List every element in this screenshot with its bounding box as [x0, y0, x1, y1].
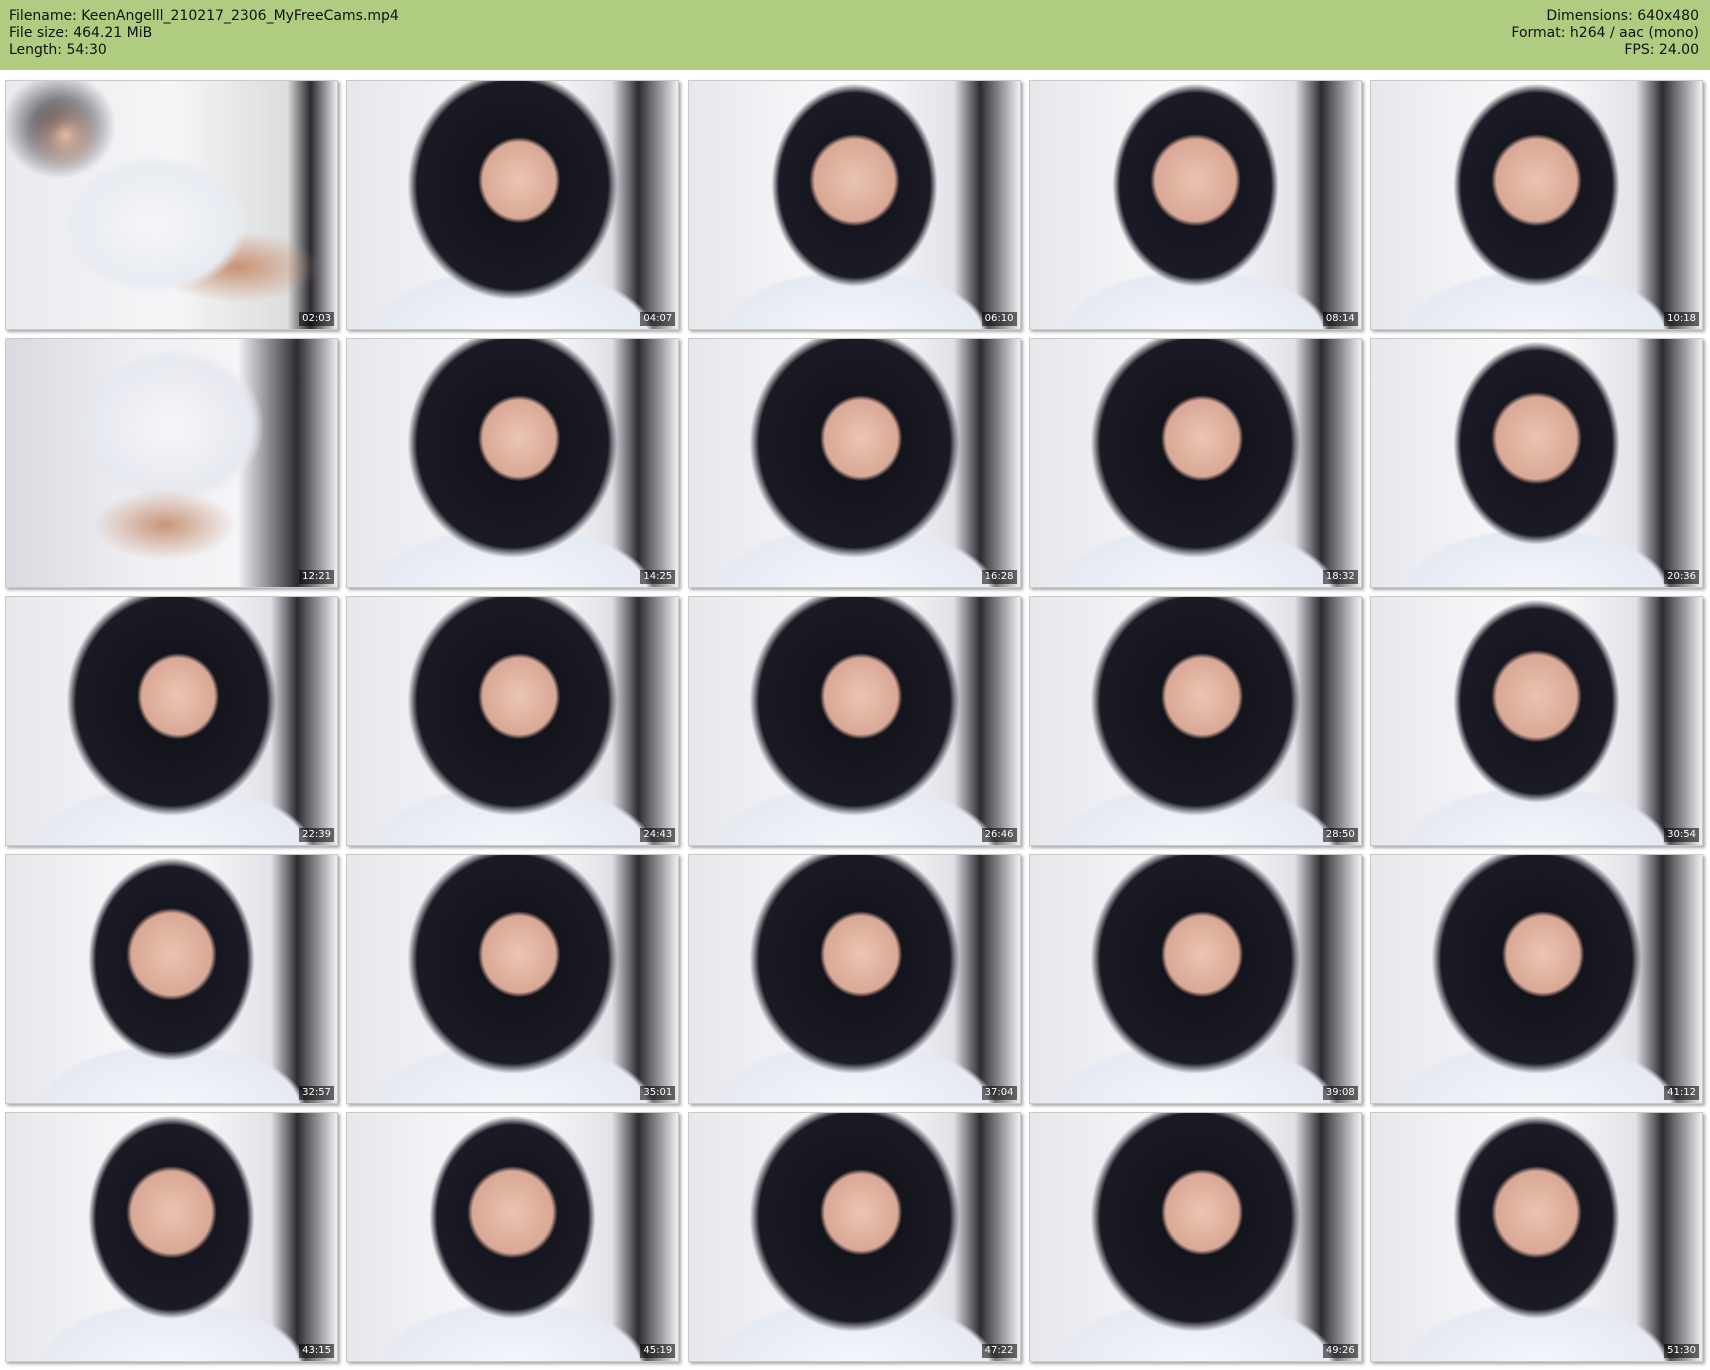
timestamp-label: 51:30 — [1664, 1344, 1699, 1358]
timestamp-label: 47:22 — [981, 1344, 1017, 1358]
timestamp-label: 16:28 — [981, 570, 1017, 584]
timestamp-label: 35:01 — [640, 1086, 676, 1100]
video-thumbnail: 02:03 — [5, 80, 338, 330]
video-thumbnail: 16:28 — [687, 338, 1021, 588]
video-thumbnail: 39:08 — [1028, 854, 1362, 1104]
timestamp-label: 41:12 — [1664, 1086, 1699, 1100]
video-thumbnail: 26:46 — [687, 596, 1021, 846]
video-thumbnail: 06:10 — [687, 80, 1021, 330]
filesize-text: File size: 464.21 MiB — [9, 25, 153, 41]
timestamp-label: 06:10 — [981, 312, 1017, 326]
timestamp-label: 45:19 — [640, 1344, 676, 1358]
video-thumbnail: 24:43 — [346, 596, 680, 846]
video-thumbnail: 45:19 — [346, 1112, 680, 1362]
format-text: Format: h264 / aac (mono) — [1511, 25, 1699, 41]
thumbnail-grid: 02:03 04:07 06:10 08:14 10:18 12:21 14:2… — [5, 80, 1705, 1366]
video-thumbnail: 35:01 — [346, 854, 680, 1104]
timestamp-label: 24:43 — [640, 828, 676, 842]
video-thumbnail: 08:14 — [1028, 80, 1362, 330]
timestamp-label: 30:54 — [1664, 828, 1699, 842]
video-thumbnail: 47:22 — [687, 1112, 1021, 1362]
timestamp-label: 14:25 — [640, 570, 676, 584]
timestamp-label: 32:57 — [299, 1086, 334, 1100]
video-thumbnail: 10:18 — [1370, 80, 1703, 330]
timestamp-label: 18:32 — [1322, 570, 1358, 584]
timestamp-label: 22:39 — [299, 828, 334, 842]
video-thumbnail: 20:36 — [1370, 338, 1703, 588]
timestamp-label: 43:15 — [299, 1344, 334, 1358]
file-info-left: Filename: KeenAngelll_210217_2306_MyFree… — [9, 8, 399, 59]
video-thumbnail: 18:32 — [1028, 338, 1362, 588]
video-thumbnail: 12:21 — [5, 338, 338, 588]
timestamp-label: 08:14 — [1322, 312, 1358, 326]
video-thumbnail: 43:15 — [5, 1112, 338, 1362]
fps-text: FPS: 24.00 — [1624, 42, 1699, 58]
timestamp-label: 49:26 — [1322, 1344, 1358, 1358]
video-thumbnail: 30:54 — [1370, 596, 1703, 846]
video-thumbnail: 22:39 — [5, 596, 338, 846]
video-thumbnail: 28:50 — [1028, 596, 1362, 846]
timestamp-label: 02:03 — [299, 312, 334, 326]
dimensions-text: Dimensions: 640x480 — [1546, 8, 1699, 24]
filename-text: Filename: KeenAngelll_210217_2306_MyFree… — [9, 8, 399, 24]
timestamp-label: 20:36 — [1664, 570, 1699, 584]
length-text: Length: 54:30 — [9, 42, 107, 58]
timestamp-label: 37:04 — [981, 1086, 1017, 1100]
timestamp-label: 10:18 — [1664, 312, 1699, 326]
video-thumbnail: 14:25 — [346, 338, 680, 588]
timestamp-label: 26:46 — [981, 828, 1017, 842]
file-info-right: Dimensions: 640x480 Format: h264 / aac (… — [1511, 8, 1699, 59]
video-thumbnail: 04:07 — [346, 80, 680, 330]
timestamp-label: 12:21 — [299, 570, 334, 584]
info-header: Filename: KeenAngelll_210217_2306_MyFree… — [0, 0, 1710, 70]
video-thumbnail: 49:26 — [1028, 1112, 1362, 1362]
timestamp-label: 39:08 — [1322, 1086, 1358, 1100]
video-thumbnail: 37:04 — [687, 854, 1021, 1104]
video-thumbnail: 51:30 — [1370, 1112, 1703, 1362]
video-thumbnail: 32:57 — [5, 854, 338, 1104]
timestamp-label: 04:07 — [640, 312, 676, 326]
timestamp-label: 28:50 — [1322, 828, 1358, 842]
video-thumbnail: 41:12 — [1370, 854, 1703, 1104]
